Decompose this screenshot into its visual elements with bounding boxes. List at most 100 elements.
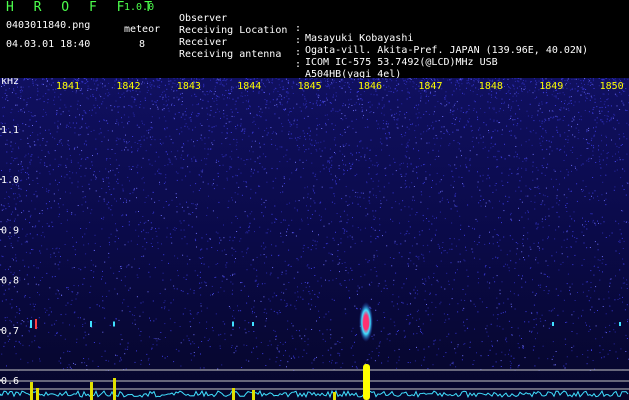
noise-pixel [67, 302, 69, 304]
noise-pixel [373, 112, 375, 114]
noise-pixel [469, 83, 471, 85]
noise-pixel [385, 174, 387, 176]
noise-pixel [577, 292, 578, 293]
noise-pixel [128, 141, 130, 142]
noise-pixel [548, 215, 550, 217]
noise-pixel [52, 248, 54, 250]
noise-pixel [20, 161, 22, 163]
noise-pixel [84, 196, 86, 198]
noise-pixel [356, 308, 358, 310]
noise-pixel [429, 174, 431, 176]
noise-pixel [77, 108, 79, 110]
noise-pixel [370, 298, 372, 300]
noise-pixel [503, 210, 505, 212]
noise-pixel [538, 188, 540, 190]
noise-pixel [201, 262, 203, 264]
noise-pixel [114, 198, 116, 200]
noise-pixel [2, 256, 4, 258]
noise-pixel [485, 328, 487, 330]
noise-pixel [468, 108, 470, 110]
noise-pixel [440, 286, 442, 288]
noise-pixel [293, 123, 295, 125]
noise-pixel [11, 151, 13, 153]
noise-pixel [348, 125, 350, 127]
noise-pixel [573, 311, 575, 313]
noise-pixel [574, 166, 576, 167]
noise-pixel [114, 106, 116, 108]
noise-pixel [215, 82, 217, 84]
noise-pixel [195, 183, 197, 185]
noise-pixel [453, 200, 455, 202]
noise-pixel [378, 355, 380, 357]
noise-pixel [328, 160, 330, 162]
noise-pixel [30, 112, 32, 113]
noise-pixel [331, 201, 333, 203]
noise-pixel [206, 321, 208, 323]
noise-pixel [533, 319, 535, 321]
noise-pixel [404, 335, 406, 337]
noise-pixel [278, 310, 280, 312]
noise-pixel [66, 174, 68, 176]
noise-pixel [435, 264, 437, 266]
noise-pixel [108, 252, 110, 254]
noise-pixel [165, 136, 167, 138]
noise-pixel [385, 167, 387, 169]
noise-pixel [131, 151, 132, 153]
noise-pixel [608, 291, 610, 293]
noise-pixel [246, 269, 248, 271]
noise-pixel [513, 357, 515, 359]
noise-pixel [9, 266, 11, 268]
noise-pixel [416, 265, 418, 267]
noise-pixel [443, 313, 445, 315]
noise-pixel [50, 311, 52, 313]
noise-pixel [296, 258, 298, 260]
noise-pixel [399, 168, 401, 170]
noise-pixel [534, 186, 536, 188]
noise-pixel [614, 161, 616, 162]
noise-pixel [209, 238, 211, 240]
noise-pixel [590, 270, 592, 272]
noise-pixel [534, 195, 536, 197]
noise-pixel [436, 279, 438, 281]
noise-pixel [234, 273, 236, 275]
noise-pixel [123, 139, 125, 141]
noise-pixel [357, 196, 359, 198]
noise-pixel [547, 276, 548, 278]
noise-pixel [556, 197, 558, 199]
noise-pixel [606, 164, 608, 166]
noise-pixel [348, 85, 350, 87]
noise-pixel [320, 155, 322, 157]
noise-pixel [31, 154, 33, 156]
noise-pixel [282, 241, 284, 243]
noise-pixel [535, 84, 537, 86]
noise-pixel [552, 206, 554, 208]
noise-pixel [6, 95, 8, 97]
noise-pixel [308, 291, 310, 293]
noise-pixel [310, 130, 311, 132]
noise-pixel [504, 354, 506, 356]
noise-pixel [130, 146, 132, 148]
noise-pixel [626, 288, 628, 289]
noise-pixel [500, 312, 502, 314]
noise-pixel [72, 237, 73, 239]
noise-pixel [572, 117, 574, 119]
noise-pixel [13, 119, 15, 121]
noise-pixel [133, 114, 135, 116]
noise-pixel [274, 87, 276, 89]
noise-pixel [297, 291, 299, 293]
noise-pixel [601, 194, 603, 196]
noise-pixel [277, 79, 279, 81]
noise-pixel [421, 364, 422, 366]
noise-pixel [599, 279, 601, 281]
noise-pixel [273, 329, 275, 331]
noise-pixel [214, 86, 216, 88]
noise-pixel [352, 327, 354, 329]
noise-pixel [154, 201, 156, 203]
noise-pixel [613, 113, 615, 115]
noise-pixel [360, 156, 362, 158]
noise-pixel [496, 325, 498, 327]
noise-pixel [453, 90, 455, 92]
noise-pixel [213, 78, 215, 80]
meteor-label: meteor [124, 24, 161, 35]
noise-pixel [288, 202, 290, 204]
